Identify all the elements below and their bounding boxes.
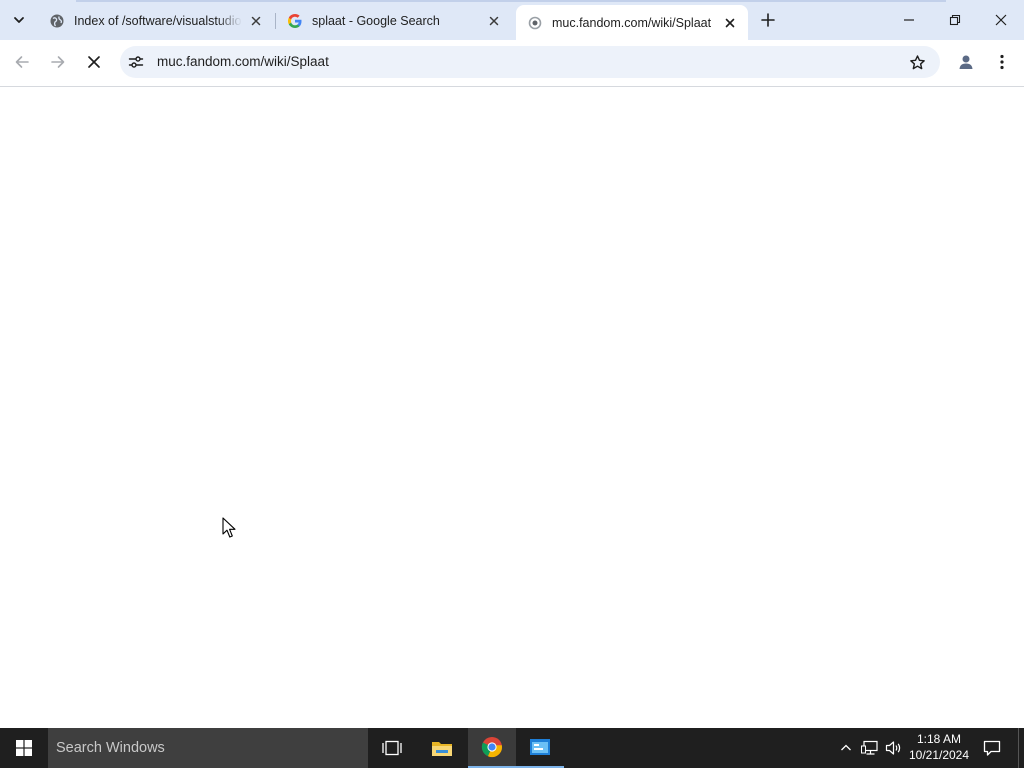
tab-close-button[interactable]: [248, 13, 264, 29]
network-button[interactable]: [860, 738, 880, 758]
taskbar-search-box[interactable]: Search Windows: [48, 728, 368, 768]
taskbar-clock[interactable]: 1:18 AM 10/21/2024: [902, 731, 976, 765]
profile-icon: [959, 55, 973, 69]
tab-close-button[interactable]: [722, 15, 738, 31]
network-icon: [861, 740, 878, 755]
tab-index-software[interactable]: Index of /software/visualstudio: [38, 5, 274, 37]
show-desktop-button[interactable]: [1018, 728, 1024, 768]
tab-title: Index of /software/visualstudio: [74, 14, 242, 28]
google-g-icon: [287, 13, 303, 29]
tab-search-button[interactable]: [6, 7, 32, 33]
tune-icon[interactable]: [128, 54, 144, 70]
restore-button[interactable]: [932, 0, 978, 40]
volume-button[interactable]: [884, 738, 904, 758]
new-tab-button[interactable]: [756, 8, 780, 32]
taskbar-search-placeholder: Search Windows: [56, 740, 165, 756]
tab-title: muc.fandom.com/wiki/Splaat: [552, 15, 712, 30]
close-window-button[interactable]: [978, 0, 1024, 40]
url-text[interactable]: muc.fandom.com/wiki/Splaat: [157, 46, 329, 78]
windows-taskbar: Search Windows 1:18 AM 10/21/2024: [0, 728, 1024, 768]
address-bar[interactable]: muc.fandom.com/wiki/Splaat: [120, 46, 940, 78]
clock-date: 10/21/2024: [908, 748, 970, 762]
stop-loading-icon: [88, 56, 100, 68]
forward-button[interactable]: [44, 48, 72, 76]
tab-fandom-splaat[interactable]: muc.fandom.com/wiki/Splaat: [516, 5, 748, 40]
arrow-left-icon: [15, 56, 29, 68]
file-explorer-icon: [432, 742, 452, 756]
tab-strip: Index of /software/visualstudio splaat -…: [0, 0, 1024, 40]
arrow-right-icon: [51, 56, 65, 68]
tab-google-search[interactable]: splaat - Google Search: [276, 5, 512, 37]
volume-icon: [885, 741, 901, 755]
task-view-icon: [382, 740, 402, 756]
file-explorer-button[interactable]: [418, 728, 466, 768]
action-center-button[interactable]: [980, 736, 1004, 760]
restore-icon: [949, 14, 961, 26]
chrome-taskbar-button[interactable]: [468, 728, 516, 768]
chevron-up-icon: [841, 744, 851, 751]
tab-close-button[interactable]: [486, 13, 502, 29]
mouse-cursor-icon: [222, 517, 236, 538]
minimize-icon: [904, 19, 914, 21]
close-icon: [251, 16, 261, 26]
minimize-button[interactable]: [886, 0, 932, 40]
start-button[interactable]: [0, 728, 48, 768]
loading-indicator-line: [76, 0, 946, 2]
bookmark-star-button[interactable]: [908, 53, 926, 71]
close-icon: [995, 14, 1007, 26]
profile-button[interactable]: [952, 48, 980, 76]
windows-logo-icon: [16, 740, 32, 756]
task-view-button[interactable]: [368, 728, 416, 768]
notification-icon: [983, 740, 1001, 756]
control-panel-icon: [530, 739, 550, 755]
star-outline-icon: [909, 54, 925, 69]
plus-icon: [761, 13, 775, 27]
close-icon: [725, 18, 735, 27]
close-icon: [489, 16, 499, 26]
chevron-down-icon: [14, 17, 24, 23]
control-panel-button[interactable]: [516, 728, 564, 768]
clock-time: 1:18 AM: [916, 732, 962, 746]
chrome-menu-button[interactable]: [988, 48, 1016, 76]
tray-overflow-button[interactable]: [836, 738, 856, 758]
kebab-menu-icon: [1000, 54, 1004, 70]
globe-icon: [49, 13, 65, 29]
tab-title: splaat - Google Search: [312, 14, 440, 28]
back-button[interactable]: [8, 48, 36, 76]
browser-toolbar: muc.fandom.com/wiki/Splaat: [0, 40, 1024, 87]
chrome-icon: [481, 737, 502, 758]
stop-loading-button[interactable]: [80, 48, 108, 76]
page-viewport[interactable]: [0, 87, 1024, 728]
loading-globe-icon: [527, 15, 543, 31]
